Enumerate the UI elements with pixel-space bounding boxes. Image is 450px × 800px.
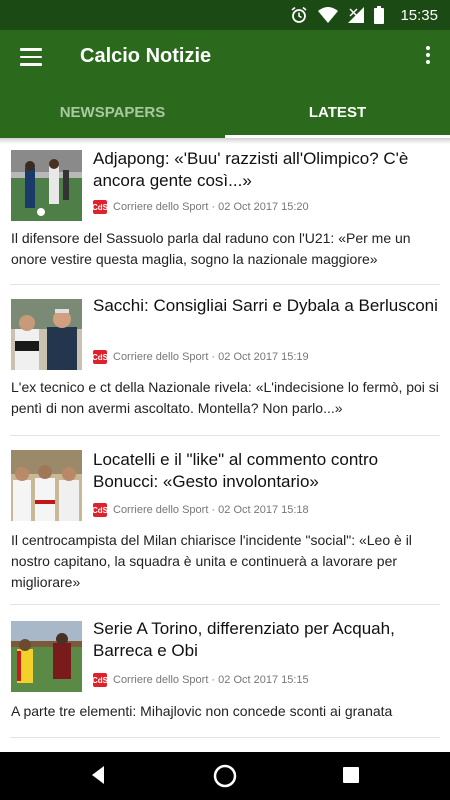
article-source: CdS Corriere dello Sport · 02 Oct 2017 1… xyxy=(92,198,309,216)
wifi-icon xyxy=(318,7,339,23)
article-summary: Il centrocampista del Milan chiarisce l'… xyxy=(11,532,412,590)
article-title: Adjapong: «'Buu' razzisti all'Olimpico? … xyxy=(93,149,409,190)
article-thumbnail xyxy=(11,450,82,521)
status-bar: 15:35 xyxy=(0,0,450,30)
alarm-icon xyxy=(291,6,307,23)
app-bar: Calcio Notizie xyxy=(0,30,450,86)
status-time: 15:35 xyxy=(400,6,438,24)
source-logo: CdS xyxy=(92,673,108,687)
article-thumbnail xyxy=(11,299,82,370)
battery-icon xyxy=(374,6,385,24)
overflow-menu-icon[interactable] xyxy=(422,46,434,70)
divider xyxy=(10,737,440,738)
source-meta: Corriere dello Sport · 02 Oct 2017 15:15 xyxy=(113,674,309,686)
tab-newspapers[interactable]: NEWSPAPERS xyxy=(0,86,225,138)
signal-icon xyxy=(348,7,365,23)
back-icon[interactable] xyxy=(88,764,108,786)
article-item[interactable]: Sacchi: Consigliai Sarri e Dybala a Berl… xyxy=(0,285,450,436)
article-source: CdS Corriere dello Sport · 02 Oct 2017 1… xyxy=(92,348,309,366)
article-item[interactable]: Adjapong: «'Buu' razzisti all'Olimpico? … xyxy=(0,138,450,285)
article-title: Sacchi: Consigliai Sarri e Dybala a Berl… xyxy=(93,296,438,315)
article-title: Serie A Torino, differenziato per Acquah… xyxy=(93,619,395,660)
home-icon[interactable] xyxy=(212,763,238,789)
article-summary: A parte tre elementi: Mihajlovic non con… xyxy=(11,703,393,719)
article-item[interactable]: Locatelli e il "like" al commento contro… xyxy=(0,436,450,605)
source-logo: CdS xyxy=(92,200,108,214)
source-logo: CdS xyxy=(92,503,108,517)
app-title: Calcio Notizie xyxy=(80,45,212,67)
recents-icon[interactable] xyxy=(342,766,360,784)
article-thumbnail xyxy=(11,621,82,692)
article-source: CdS Corriere dello Sport · 02 Oct 2017 1… xyxy=(92,671,309,689)
menu-icon[interactable] xyxy=(20,48,42,66)
tab-latest[interactable]: LATEST xyxy=(225,86,450,138)
article-source: CdS Corriere dello Sport · 02 Oct 2017 1… xyxy=(92,501,309,519)
article-item[interactable]: Serie A Torino, differenziato per Acquah… xyxy=(0,605,450,738)
source-meta: Corriere dello Sport · 02 Oct 2017 15:19 xyxy=(113,351,309,363)
tab-bar: NEWSPAPERS LATEST xyxy=(0,86,450,138)
article-summary: Il difensore del Sassuolo parla dal radu… xyxy=(11,230,411,267)
article-thumbnail xyxy=(11,150,82,221)
article-title: Locatelli e il "like" al commento contro… xyxy=(93,450,379,491)
article-summary: L'ex tecnico e ct della Nazionale rivela… xyxy=(11,379,439,416)
source-logo: CdS xyxy=(92,350,108,364)
source-meta: Corriere dello Sport · 02 Oct 2017 15:20 xyxy=(113,201,309,213)
status-icons: 15:35 xyxy=(290,0,438,30)
system-nav-bar xyxy=(0,752,450,800)
source-meta: Corriere dello Sport · 02 Oct 2017 15:18 xyxy=(113,504,309,516)
